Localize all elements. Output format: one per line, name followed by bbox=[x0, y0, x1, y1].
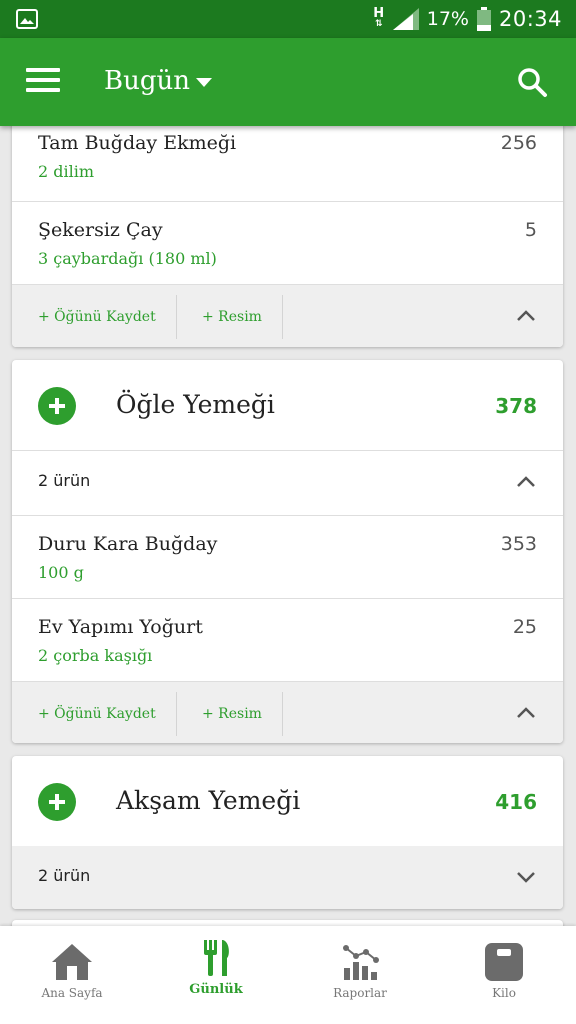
breakfast-card: Tam Buğday Ekmeği 2 dilim 256 Şekersiz Ç… bbox=[12, 118, 563, 347]
food-quantity: 3 çaybardağı (180 ml) bbox=[38, 249, 217, 268]
meal-name: Öğle Yemeği bbox=[116, 390, 275, 419]
meal-action-bar: + Öğünü Kaydet + Resim bbox=[12, 682, 563, 743]
divider bbox=[176, 692, 177, 736]
scale-icon bbox=[485, 943, 523, 981]
chevron-down-icon[interactable] bbox=[517, 868, 535, 886]
app-bar: Bugün bbox=[0, 38, 576, 126]
nav-label: Raporlar bbox=[333, 986, 387, 1000]
divider bbox=[176, 295, 177, 339]
dinner-card: Akşam Yemeği 416 2 ürün bbox=[12, 756, 563, 909]
food-calories: 5 bbox=[524, 219, 537, 241]
meal-header[interactable]: Öğle Yemeği 378 bbox=[12, 360, 563, 451]
dropdown-icon[interactable] bbox=[196, 78, 212, 87]
home-icon bbox=[52, 944, 92, 980]
item-count: 2 ürün bbox=[38, 471, 91, 490]
nav-reports[interactable]: Raporlar bbox=[288, 926, 432, 1024]
food-quantity: 100 g bbox=[38, 563, 84, 582]
add-food-button[interactable] bbox=[38, 387, 76, 425]
food-row[interactable]: Tam Buğday Ekmeği 2 dilim 256 bbox=[12, 118, 563, 202]
food-calories: 353 bbox=[500, 533, 537, 555]
divider bbox=[282, 692, 283, 736]
chevron-up-icon[interactable] bbox=[517, 704, 535, 722]
food-name: Ev Yapımı Yoğurt bbox=[38, 616, 203, 638]
food-row[interactable]: Şekersiz Çay 3 çaybardağı (180 ml) 5 bbox=[12, 202, 563, 285]
menu-icon[interactable] bbox=[26, 68, 60, 94]
item-count-row[interactable]: 2 ürün bbox=[12, 451, 563, 516]
item-count-row[interactable]: 2 ürün bbox=[12, 846, 563, 909]
nav-weight[interactable]: Kilo bbox=[432, 926, 576, 1024]
save-meal-button[interactable]: + Öğünü Kaydet bbox=[38, 285, 156, 347]
reports-icon bbox=[343, 945, 379, 980]
food-calories: 25 bbox=[512, 616, 537, 638]
meal-name: Akşam Yemeği bbox=[116, 786, 301, 815]
add-photo-button[interactable]: + Resim bbox=[202, 682, 262, 743]
meal-calories: 378 bbox=[495, 394, 537, 418]
nav-diary[interactable]: Günlük bbox=[144, 926, 288, 1024]
cutlery-icon bbox=[204, 940, 229, 976]
divider bbox=[282, 295, 283, 339]
clock: 20:34 bbox=[498, 7, 562, 31]
bottom-nav: Ana Sayfa Günlük Raporlar Kilo bbox=[0, 926, 576, 1024]
signal-icon bbox=[392, 8, 419, 30]
meal-calories: 416 bbox=[495, 790, 537, 814]
save-meal-button[interactable]: + Öğünü Kaydet bbox=[38, 682, 156, 743]
add-food-button[interactable] bbox=[38, 783, 76, 821]
gallery-icon bbox=[16, 9, 38, 29]
add-photo-button[interactable]: + Resim bbox=[202, 285, 262, 347]
food-name: Şekersiz Çay bbox=[38, 219, 163, 241]
meal-header[interactable]: Akşam Yemeği 416 bbox=[12, 756, 563, 846]
nav-label: Ana Sayfa bbox=[41, 986, 103, 1000]
lunch-card: Öğle Yemeği 378 2 ürün Duru Kara Buğday … bbox=[12, 360, 563, 743]
food-name: Duru Kara Buğday bbox=[38, 533, 218, 555]
food-row[interactable]: Duru Kara Buğday 100 g 353 bbox=[12, 516, 563, 599]
food-row[interactable]: Ev Yapımı Yoğurt 2 çorba kaşığı 25 bbox=[12, 599, 563, 682]
status-bar: H ⇅ 17% 20:34 bbox=[0, 0, 576, 38]
food-name: Tam Buğday Ekmeği bbox=[38, 132, 237, 154]
meal-action-bar: + Öğünü Kaydet + Resim bbox=[12, 285, 563, 347]
chevron-up-icon[interactable] bbox=[517, 473, 535, 491]
food-calories: 256 bbox=[500, 132, 537, 154]
nav-label: Kilo bbox=[492, 986, 516, 1000]
nav-label: Günlük bbox=[189, 982, 243, 997]
item-count: 2 ürün bbox=[38, 866, 91, 885]
food-quantity: 2 çorba kaşığı bbox=[38, 646, 153, 665]
battery-icon bbox=[476, 7, 491, 31]
page-title[interactable]: Bugün bbox=[104, 66, 190, 96]
nav-home[interactable]: Ana Sayfa bbox=[0, 926, 144, 1024]
chevron-up-icon[interactable] bbox=[517, 307, 535, 325]
network-type: H ⇅ bbox=[373, 6, 385, 29]
food-quantity: 2 dilim bbox=[38, 162, 95, 181]
search-icon[interactable] bbox=[516, 66, 548, 98]
battery-percent: 17% bbox=[426, 8, 469, 30]
